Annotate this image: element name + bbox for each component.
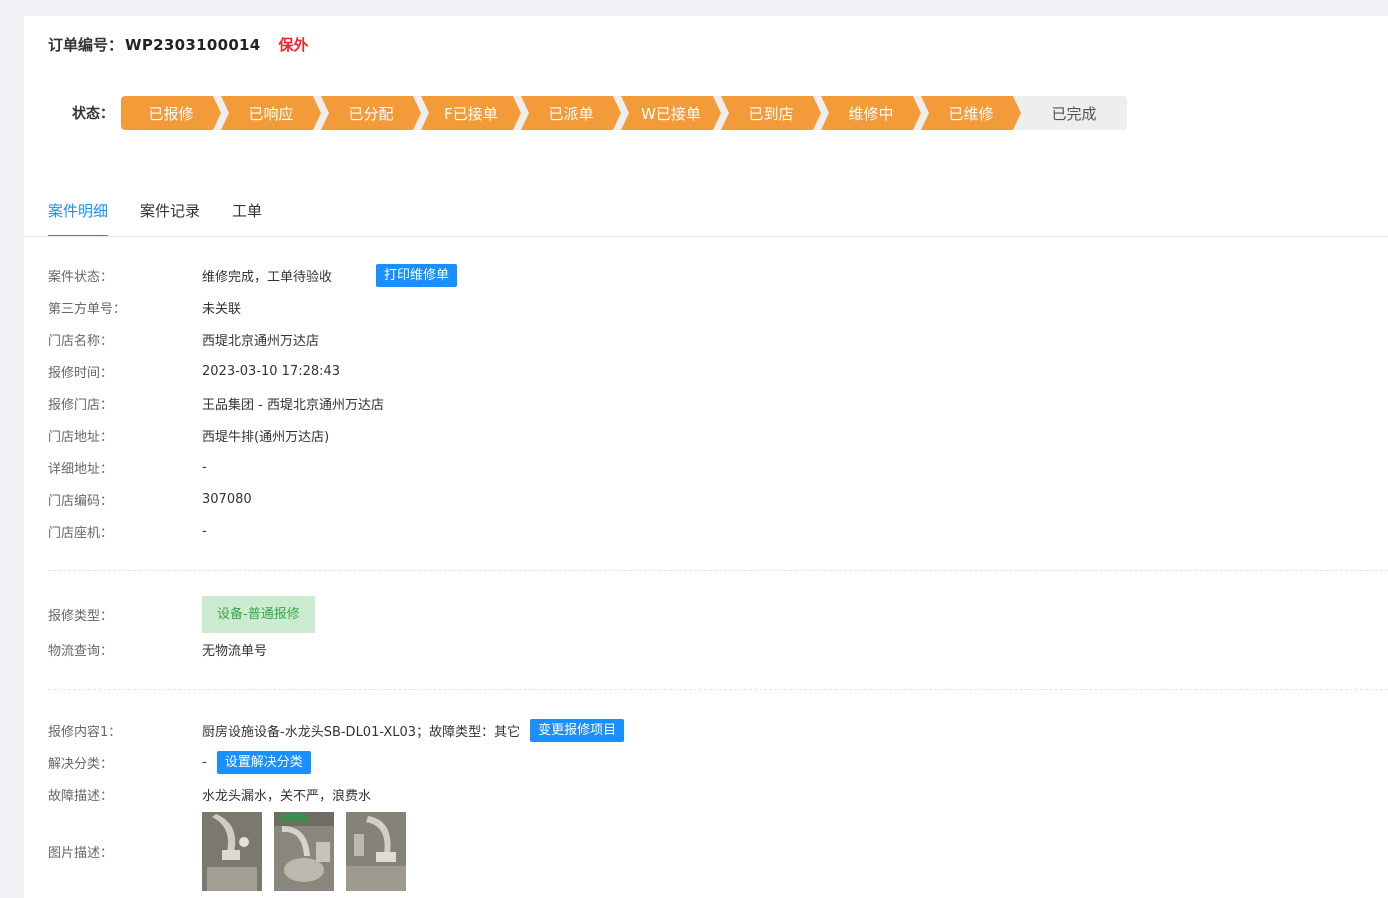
- tab-case-records[interactable]: 案件记录: [140, 188, 200, 237]
- set-solution-category-button[interactable]: 设置解决分类: [216, 750, 311, 774]
- row-store-name: 门店名称： 西堤北京通州万达店: [48, 323, 1388, 355]
- section-divider: [48, 570, 1388, 571]
- status-step-w-accepted: W已接单: [621, 96, 721, 130]
- status-label: 状态：: [72, 106, 114, 122]
- basic-info-section: 案件状态： 维修完成，工单待验收 打印维修单 第三方单号： 未关联 门店名称： …: [48, 259, 1388, 547]
- status-step-completed: 已完成: [1021, 96, 1127, 130]
- row-repair-type: 报修类型： 设备-普通报修: [48, 596, 1388, 633]
- row-report-store: 报修门店： 王品集团 - 西堤北京通州万达店: [48, 387, 1388, 419]
- order-detail-page: 订单编号： WP2303100014 保外 状态： 已报修 已响应 已分配 F已…: [24, 16, 1388, 898]
- repair-content-section: 报修内容1： 厨房设施设备-水龙头SB-DL01-XL03；故障类型：其它 变更…: [48, 714, 1388, 892]
- fault-image-3[interactable]: [346, 811, 406, 891]
- print-repair-order-button[interactable]: 打印维修单: [376, 263, 458, 287]
- fault-description-value: 水龙头漏水，关不严，浪费水: [202, 788, 372, 804]
- fault-description-label: 故障描述：: [48, 788, 114, 804]
- status-step-dispatched: 已派单: [521, 96, 621, 130]
- row-solution-category: 解决分类： - 设置解决分类: [48, 746, 1388, 778]
- store-phone-value: -: [202, 523, 207, 539]
- status-step-responded: 已响应: [221, 96, 321, 130]
- status-step-repairing: 维修中: [821, 96, 921, 130]
- detail-address-value: -: [202, 459, 207, 475]
- tab-work-order[interactable]: 工单: [232, 188, 262, 237]
- solution-category-value: -: [202, 754, 207, 770]
- warranty-tag: 保外: [278, 36, 309, 54]
- store-phone-label: 门店座机：: [48, 525, 114, 541]
- store-name-value: 西堤北京通州万达店: [202, 333, 320, 349]
- fault-image-list: [202, 811, 406, 891]
- order-header: 订单编号： WP2303100014 保外: [48, 34, 309, 55]
- repair-type-label: 报修类型：: [48, 609, 114, 624]
- detail-address-label: 详细地址：: [48, 461, 114, 477]
- report-store-value: 王品集团 - 西堤北京通州万达店: [202, 397, 384, 413]
- status-step-reported: 已报修: [121, 96, 221, 130]
- store-code-value: 307080: [202, 491, 252, 507]
- row-case-status: 案件状态： 维修完成，工单待验收 打印维修单: [48, 259, 1388, 291]
- third-party-no-label: 第三方单号：: [48, 301, 127, 317]
- status-steps: 已报修 已响应 已分配 F已接单 已派单 W已接单 已到店 维修中 已维修 已完…: [121, 96, 1127, 130]
- change-repair-item-button[interactable]: 变更报修项目: [530, 718, 625, 742]
- tab-case-detail[interactable]: 案件明细: [48, 188, 109, 237]
- repair-content-1-label: 报修内容1：: [48, 724, 122, 740]
- fault-image-1[interactable]: [202, 811, 262, 891]
- case-status-value: 维修完成，工单待验收: [202, 269, 333, 285]
- image-description-label: 图片描述：: [48, 845, 114, 861]
- logistics-value: 无物流单号: [202, 643, 268, 659]
- status-step-assigned: 已分配: [321, 96, 421, 130]
- row-report-time: 报修时间： 2023-03-10 17:28:43: [48, 355, 1388, 387]
- status-step-repaired: 已维修: [921, 96, 1021, 130]
- report-time-value: 2023-03-10 17:28:43: [202, 363, 341, 379]
- fault-image-2[interactable]: [274, 811, 334, 891]
- repair-type-section: 报修类型： 设备-普通报修 物流查询： 无物流单号: [48, 596, 1388, 665]
- store-code-label: 门店编码：: [48, 493, 114, 509]
- row-store-address: 门店地址： 西堤牛排(通州万达店): [48, 419, 1388, 451]
- status-progress: 状态： 已报修 已响应 已分配 F已接单 已派单 W已接单 已到店 维修中 已维…: [72, 96, 1127, 130]
- row-detail-address: 详细地址： -: [48, 451, 1388, 483]
- report-time-label: 报修时间：: [48, 365, 114, 381]
- status-step-f-accepted: F已接单: [421, 96, 521, 130]
- row-repair-content-1: 报修内容1： 厨房设施设备-水龙头SB-DL01-XL03；故障类型：其它 变更…: [48, 714, 1388, 746]
- store-address-label: 门店地址：: [48, 429, 114, 445]
- section-divider: [48, 689, 1388, 690]
- store-address-value: 西堤牛排(通州万达店): [202, 429, 330, 445]
- row-fault-description: 故障描述： 水龙头漏水，关不严，浪费水: [48, 778, 1388, 810]
- store-name-label: 门店名称：: [48, 333, 114, 349]
- repair-type-tag: 设备-普通报修: [202, 596, 315, 633]
- order-number: WP2303100014: [125, 35, 261, 54]
- order-number-label: 订单编号：: [48, 36, 124, 54]
- tabs-divider: [24, 236, 1388, 237]
- row-image-description: 图片描述：: [48, 810, 1388, 892]
- status-step-arrived: 已到店: [721, 96, 821, 130]
- detail-tabs: 案件明细 案件记录 工单: [48, 188, 294, 237]
- third-party-no-value: 未关联: [202, 301, 242, 317]
- row-third-party-no: 第三方单号： 未关联: [48, 291, 1388, 323]
- row-logistics: 物流查询： 无物流单号: [48, 633, 1388, 665]
- row-store-code: 门店编码： 307080: [48, 483, 1388, 515]
- logistics-label: 物流查询：: [48, 643, 114, 659]
- solution-category-label: 解决分类：: [48, 756, 114, 772]
- report-store-label: 报修门店：: [48, 397, 114, 413]
- row-store-phone: 门店座机： -: [48, 515, 1388, 547]
- case-status-label: 案件状态：: [48, 269, 114, 285]
- repair-content-1-value: 厨房设施设备-水龙头SB-DL01-XL03；故障类型：其它: [202, 724, 521, 740]
